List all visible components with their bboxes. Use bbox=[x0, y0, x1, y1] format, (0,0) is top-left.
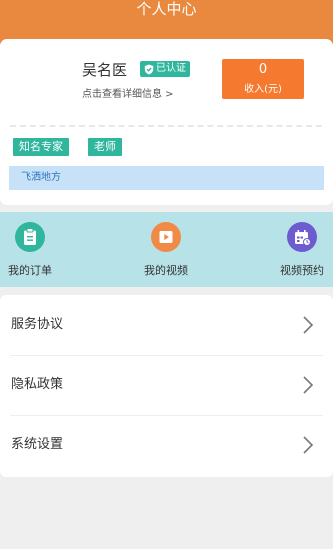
detail-link[interactable]: 点击查看详细信息 > bbox=[82, 85, 174, 100]
verified-label: 已认证 bbox=[156, 63, 186, 74]
dashed-divider bbox=[10, 125, 322, 127]
menu-item-service-agreement[interactable]: 服务协议 bbox=[0, 295, 333, 355]
shortcut-label: 我的订单 bbox=[8, 264, 52, 277]
verified-badge: 已认证 bbox=[140, 61, 190, 77]
location-bar: 飞洒地方 bbox=[9, 166, 324, 190]
shortcut-my-videos[interactable]: 我的视频 bbox=[126, 222, 206, 278]
income-value: 0 bbox=[258, 62, 268, 77]
tag-expert: 知名专家 bbox=[13, 138, 69, 156]
profile-card: 吴名医 已认证 点击查看详细信息 > 0 收入(元) 知名专家 老师 飞洒地方 bbox=[0, 39, 333, 205]
chevron-right-icon bbox=[303, 316, 314, 334]
menu-item-label: 服务协议 bbox=[11, 317, 64, 332]
shortcut-my-orders[interactable]: 我的订单 bbox=[0, 222, 70, 278]
user-name: 吴名医 bbox=[82, 61, 128, 79]
menu-item-privacy-policy[interactable]: 隐私政策 bbox=[0, 355, 333, 415]
income-box[interactable]: 0 收入(元) bbox=[222, 59, 304, 99]
tag-teacher: 老师 bbox=[88, 138, 122, 156]
clipboard-icon bbox=[15, 222, 45, 252]
play-icon bbox=[151, 222, 181, 252]
page-title: 个人中心 bbox=[136, 0, 197, 18]
menu-item-label: 系统设置 bbox=[11, 437, 64, 452]
chevron-right-icon bbox=[303, 376, 314, 394]
shield-check-icon bbox=[144, 64, 154, 74]
settings-menu: 服务协议 隐私政策 系统设置 bbox=[0, 295, 333, 477]
shortcut-video-booking[interactable]: 视频预约 bbox=[262, 222, 333, 278]
chevron-right-icon bbox=[303, 436, 314, 454]
income-label: 收入(元) bbox=[244, 84, 282, 95]
calendar-icon bbox=[287, 222, 317, 252]
shortcut-label: 我的视频 bbox=[144, 264, 188, 277]
menu-item-system-settings[interactable]: 系统设置 bbox=[0, 415, 333, 475]
shortcut-label: 视频预约 bbox=[280, 264, 324, 277]
shortcut-bar: 我的订单 我的视频 视频预约 bbox=[0, 212, 333, 287]
menu-item-label: 隐私政策 bbox=[11, 377, 64, 392]
